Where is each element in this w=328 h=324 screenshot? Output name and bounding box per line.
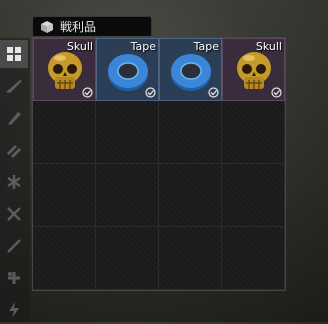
loot-slot-empty[interactable] bbox=[222, 227, 285, 290]
loot-slot-empty[interactable] bbox=[159, 227, 222, 290]
loot-slot-empty[interactable] bbox=[159, 101, 222, 164]
filter-all-button[interactable] bbox=[0, 40, 28, 68]
loot-grid: Skull Tape Tape Skull bbox=[32, 37, 286, 291]
examined-check-icon bbox=[145, 87, 156, 98]
loot-slot-empty[interactable] bbox=[159, 164, 222, 227]
category-sidebar bbox=[0, 38, 30, 322]
rifle-icon bbox=[6, 80, 22, 93]
medical-icon bbox=[8, 272, 20, 284]
examined-check-icon bbox=[271, 87, 282, 98]
loot-slot-empty[interactable] bbox=[96, 101, 159, 164]
ammo-icon bbox=[7, 145, 21, 158]
loot-slot-2[interactable]: Tape bbox=[96, 38, 159, 101]
loot-slot-empty[interactable] bbox=[96, 227, 159, 290]
cross-tools-icon bbox=[7, 207, 21, 221]
loot-window-tab[interactable]: 戦利品 bbox=[32, 16, 152, 36]
filter-weapons-button[interactable] bbox=[0, 72, 28, 100]
loot-slot-empty[interactable] bbox=[222, 164, 285, 227]
loot-slot-1[interactable]: Skull bbox=[33, 38, 96, 101]
filter-crafting-button[interactable] bbox=[0, 232, 28, 260]
asterisk-icon bbox=[7, 175, 21, 189]
filter-misc-button[interactable] bbox=[0, 168, 28, 196]
filter-ammo-button[interactable] bbox=[0, 136, 28, 164]
examined-check-icon bbox=[82, 87, 93, 98]
grid-icon bbox=[7, 47, 21, 61]
box-icon bbox=[41, 20, 53, 33]
loot-slot-empty[interactable] bbox=[96, 164, 159, 227]
loot-slot-empty[interactable] bbox=[222, 101, 285, 164]
bolt-icon bbox=[9, 302, 19, 318]
filter-food-button[interactable] bbox=[0, 296, 28, 324]
loot-slot-empty[interactable] bbox=[33, 101, 96, 164]
loot-slot-empty[interactable] bbox=[33, 227, 96, 290]
knife-icon bbox=[8, 112, 21, 125]
pen-icon bbox=[7, 239, 21, 253]
filter-tools-button[interactable] bbox=[0, 200, 28, 228]
loot-slot-3[interactable]: Tape bbox=[159, 38, 222, 101]
examined-check-icon bbox=[208, 87, 219, 98]
filter-melee-button[interactable] bbox=[0, 104, 28, 132]
filter-medical-button[interactable] bbox=[0, 264, 28, 292]
window-title: 戦利品 bbox=[60, 20, 97, 34]
loot-slot-empty[interactable] bbox=[33, 164, 96, 227]
loot-slot-4[interactable]: Skull bbox=[222, 38, 285, 101]
